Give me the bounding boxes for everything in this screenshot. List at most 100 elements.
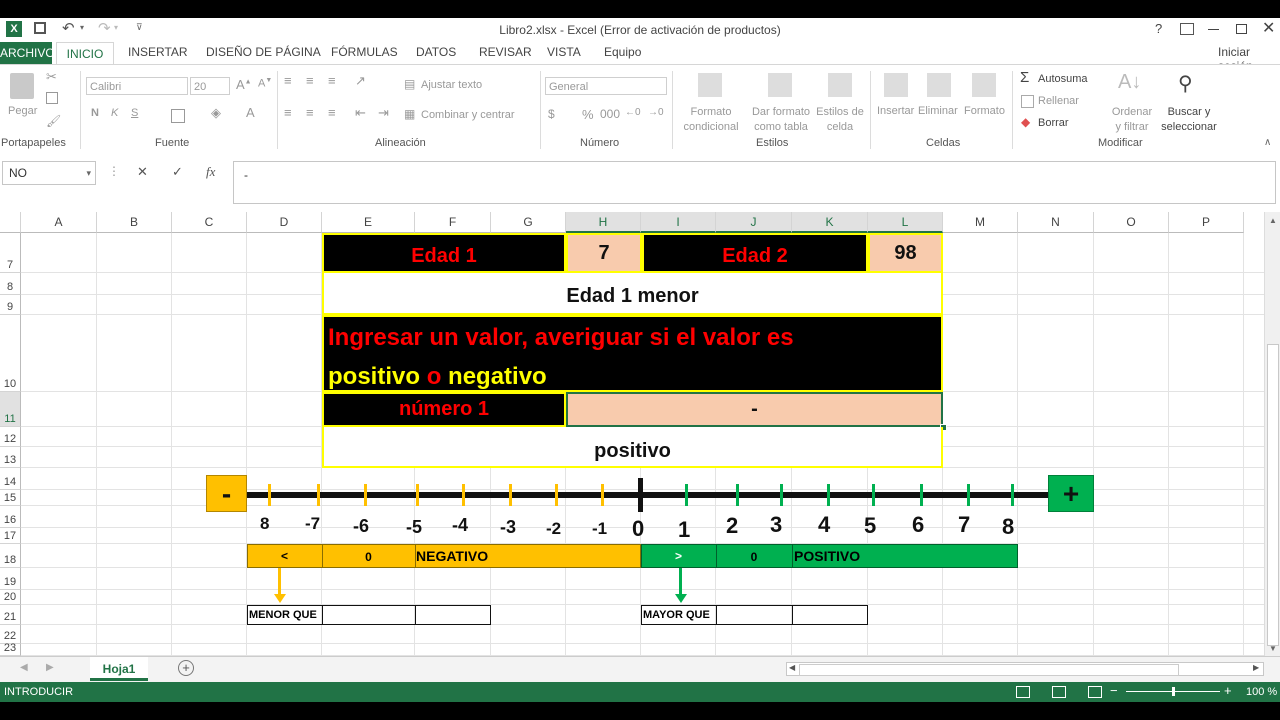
- wrap-text-icon[interactable]: ▤: [404, 77, 415, 91]
- row-header-20[interactable]: 20: [0, 590, 21, 605]
- column-header-b[interactable]: B: [97, 212, 172, 233]
- bold-icon[interactable]: N: [91, 107, 99, 119]
- row-header-16[interactable]: 16: [0, 506, 21, 528]
- cell-edad2-label[interactable]: Edad 2: [642, 233, 868, 273]
- wrap-text-button[interactable]: Ajustar texto: [421, 79, 482, 91]
- merge-center-icon[interactable]: ▦: [404, 107, 415, 121]
- page-layout-icon[interactable]: [1052, 686, 1066, 698]
- row-header-21[interactable]: 21: [0, 605, 21, 625]
- tab-equipo[interactable]: Equipo: [604, 45, 641, 59]
- zoom-in-icon[interactable]: +: [1224, 683, 1232, 698]
- menor-que-box-2[interactable]: [322, 605, 416, 625]
- row-header-7[interactable]: 7: [0, 233, 21, 273]
- increase-indent-icon[interactable]: ⇥: [378, 105, 389, 121]
- tab-archivo[interactable]: ARCHIVO: [0, 42, 55, 64]
- font-name-combo[interactable]: Calibri: [86, 77, 188, 95]
- align-bottom-icon[interactable]: ≡: [328, 73, 336, 88]
- formula-input[interactable]: -: [233, 161, 1276, 204]
- column-header-d[interactable]: D: [247, 212, 322, 233]
- format-cells-button[interactable]: Formato: [964, 105, 1005, 117]
- zoom-out-icon[interactable]: −: [1110, 683, 1118, 698]
- column-header-h[interactable]: H: [566, 212, 641, 233]
- row-header-13[interactable]: 13: [0, 447, 21, 468]
- autosum-icon[interactable]: Σ: [1020, 69, 1029, 86]
- delete-cells-button[interactable]: Eliminar: [918, 105, 958, 117]
- scroll-up-icon[interactable]: ▲: [1269, 216, 1277, 225]
- collapse-ribbon-icon[interactable]: ∧: [1264, 137, 1271, 148]
- paste-button[interactable]: Pegar: [8, 105, 37, 117]
- name-box[interactable]: NO ▾: [2, 161, 96, 185]
- cell-edad-result[interactable]: Edad 1 menor: [322, 273, 943, 315]
- row-header-15[interactable]: 15: [0, 490, 21, 506]
- align-top-icon[interactable]: ≡: [284, 73, 292, 88]
- row-header-11[interactable]: 11: [0, 392, 21, 427]
- decrease-indent-icon[interactable]: ⇤: [355, 105, 366, 121]
- vertical-scrollbar[interactable]: ▲ ▼: [1264, 212, 1280, 656]
- percent-icon[interactable]: %: [582, 107, 594, 122]
- cell-edad1-value[interactable]: 7: [566, 233, 642, 273]
- tab-diseno-pagina[interactable]: DISEÑO DE PÁGINA: [206, 45, 321, 59]
- format-cells-icon[interactable]: [972, 73, 996, 97]
- select-all-corner[interactable]: [0, 212, 21, 233]
- cell-edad2-value[interactable]: 98: [868, 233, 943, 273]
- sort-filter-icon[interactable]: A↓: [1118, 71, 1141, 94]
- font-color-icon[interactable]: A: [246, 105, 255, 120]
- name-box-dropdown-icon[interactable]: ▾: [86, 162, 91, 184]
- cell-styles-icon[interactable]: [828, 73, 852, 97]
- align-middle-icon[interactable]: ≡: [306, 73, 314, 88]
- horizontal-scrollbar[interactable]: ◀ ▶: [786, 662, 1264, 676]
- row-header-10[interactable]: 10: [0, 315, 21, 392]
- column-header-k[interactable]: K: [792, 212, 868, 233]
- column-header-n[interactable]: N: [1018, 212, 1094, 233]
- number-format-combo[interactable]: General: [545, 77, 667, 95]
- tab-formulas[interactable]: FÓRMULAS: [331, 45, 398, 59]
- delete-cells-icon[interactable]: [927, 73, 951, 97]
- page-break-icon[interactable]: [1088, 686, 1102, 698]
- close-icon[interactable]: ✕: [1262, 18, 1275, 38]
- cell-edad1-label[interactable]: Edad 1: [322, 233, 566, 273]
- prev-sheet-icon[interactable]: ◀: [20, 662, 28, 673]
- copy-icon[interactable]: [46, 92, 58, 104]
- insert-cells-button[interactable]: Insertar: [877, 105, 914, 117]
- normal-view-icon[interactable]: [1016, 686, 1030, 698]
- zoom-level[interactable]: 100 %: [1246, 686, 1277, 698]
- mayor-que-cell[interactable]: MAYOR QUE: [641, 605, 717, 625]
- cut-icon[interactable]: ✂: [46, 69, 57, 85]
- clear-icon[interactable]: ◆: [1021, 115, 1030, 129]
- align-center-icon[interactable]: ≡: [306, 105, 314, 120]
- borders-icon[interactable]: [171, 109, 185, 123]
- menor-que-cell[interactable]: MENOR QUE: [247, 605, 323, 625]
- column-header-o[interactable]: O: [1094, 212, 1169, 233]
- next-sheet-icon[interactable]: ▶: [46, 662, 54, 673]
- find-select-icon[interactable]: ⚲: [1178, 71, 1193, 96]
- cell-prompt[interactable]: Ingresar un valor, averiguar si el valor…: [322, 315, 943, 392]
- underline-icon[interactable]: S: [131, 107, 138, 119]
- align-left-icon[interactable]: ≡: [284, 105, 292, 120]
- cancel-entry-icon[interactable]: ✕: [137, 164, 148, 180]
- row-header-18[interactable]: 18: [0, 544, 21, 568]
- cell-numero1-value[interactable]: -: [566, 392, 943, 427]
- minimize-icon[interactable]: [1208, 29, 1219, 30]
- thousands-icon[interactable]: 000: [600, 107, 620, 121]
- row-header-8[interactable]: 8: [0, 273, 21, 295]
- hscroll-right-icon[interactable]: ▶: [1253, 663, 1259, 672]
- column-header-p[interactable]: P: [1169, 212, 1244, 233]
- column-header-l[interactable]: L: [868, 212, 943, 233]
- tab-insertar[interactable]: INSERTAR: [128, 45, 188, 59]
- fill-color-icon[interactable]: ◈: [211, 105, 221, 121]
- column-header-f[interactable]: F: [415, 212, 491, 233]
- row-header-9[interactable]: 9: [0, 295, 21, 315]
- row-header-19[interactable]: 19: [0, 568, 21, 590]
- increase-decimal-icon[interactable]: ←0: [625, 107, 641, 118]
- scroll-down-icon[interactable]: ▼: [1269, 644, 1277, 653]
- sort-filter-button[interactable]: Ordenar y filtrar: [1106, 105, 1158, 135]
- help-icon[interactable]: ?: [1155, 21, 1162, 36]
- insert-function-icon[interactable]: fx: [206, 164, 215, 180]
- column-header-c[interactable]: C: [172, 212, 247, 233]
- row-header-12[interactable]: 12: [0, 427, 21, 447]
- ribbon-display-icon[interactable]: [1180, 23, 1194, 35]
- column-header-g[interactable]: G: [491, 212, 566, 233]
- scroll-thumb[interactable]: [1267, 344, 1279, 646]
- row-header-14[interactable]: 14: [0, 468, 21, 490]
- menor-que-box-3[interactable]: [415, 605, 491, 625]
